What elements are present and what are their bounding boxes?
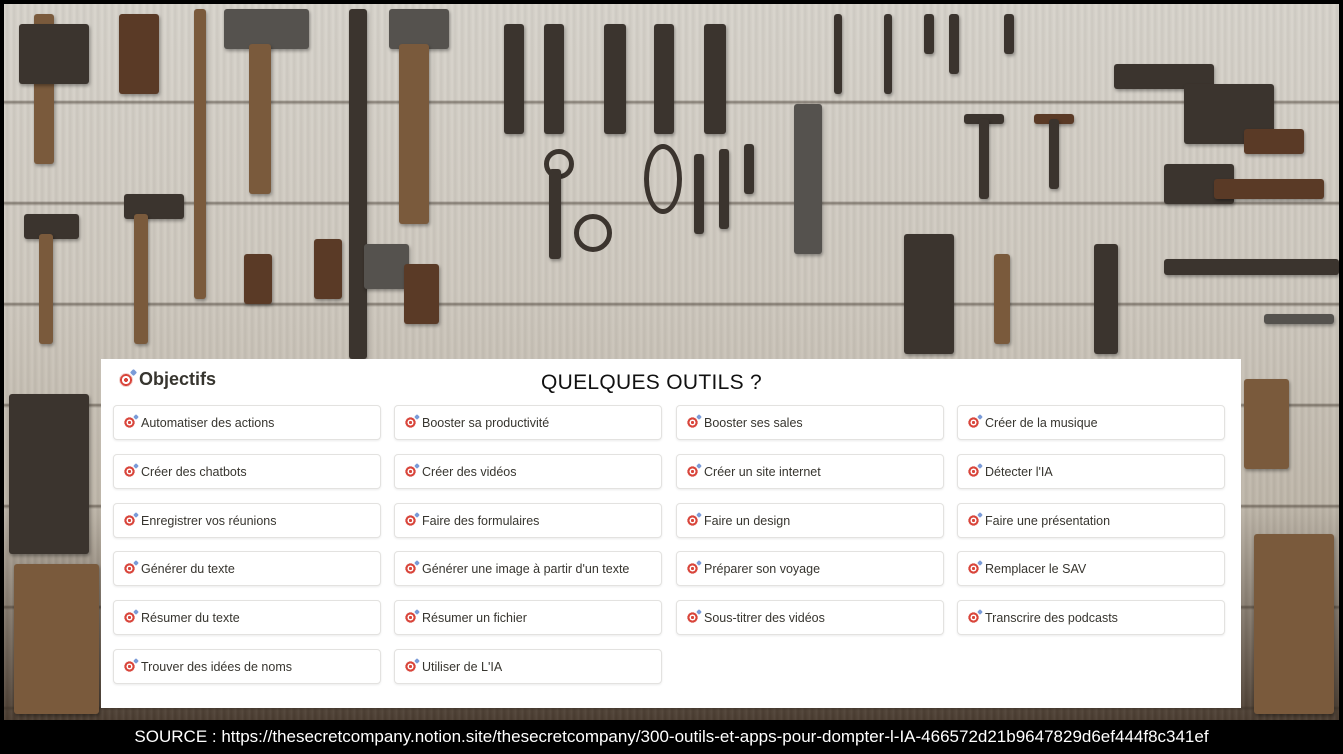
card-transcrire-des-podcasts[interactable]: Transcrire des podcasts <box>957 600 1225 635</box>
target-icon <box>124 612 135 623</box>
target-icon <box>405 563 416 574</box>
card-label: Créer un site internet <box>704 464 821 479</box>
card-label: Trouver des idées de noms <box>141 659 293 674</box>
card-label: Créer de la musique <box>985 415 1098 430</box>
card-faire-une-presentation[interactable]: Faire une présentation <box>957 503 1225 538</box>
card-label: Automatiser des actions <box>141 415 275 430</box>
objectives-panel: Objectifs QUELQUES OUTILS ? Automatiser … <box>101 359 1241 708</box>
card-detecter-l-ia[interactable]: Détecter l'IA <box>957 454 1225 489</box>
target-icon <box>968 612 979 623</box>
target-icon <box>968 417 979 428</box>
target-icon <box>405 417 416 428</box>
card-automatiser-des-actions[interactable]: Automatiser des actions <box>113 405 381 440</box>
target-icon <box>124 661 135 672</box>
card-label: Créer des chatbots <box>141 464 247 479</box>
card-creer-un-site-internet[interactable]: Créer un site internet <box>676 454 944 489</box>
target-icon <box>687 563 698 574</box>
target-icon <box>968 563 979 574</box>
card-booster-sa-productivite[interactable]: Booster sa productivité <box>394 405 662 440</box>
target-icon <box>405 466 416 477</box>
card-label: Générer une image à partir d'un texte <box>422 561 630 576</box>
card-booster-ses-sales[interactable]: Booster ses sales <box>676 405 944 440</box>
card-label: Résumer un fichier <box>422 610 527 625</box>
target-icon <box>405 661 416 672</box>
target-icon <box>405 612 416 623</box>
card-label: Détecter l'IA <box>985 464 1053 479</box>
target-icon <box>119 372 133 387</box>
target-icon <box>968 466 979 477</box>
card-label: Utiliser de L'IA <box>422 659 503 674</box>
card-label: Faire une présentation <box>985 513 1111 528</box>
objectives-header[interactable]: Objectifs <box>119 369 216 390</box>
card-faire-des-formulaires[interactable]: Faire des formulaires <box>394 503 662 538</box>
page-title: QUELQUES OUTILS ? <box>541 371 762 394</box>
card-label: Enregistrer vos réunions <box>141 513 277 528</box>
card-sous-titrer-des-videos[interactable]: Sous-titrer des vidéos <box>676 600 944 635</box>
card-preparer-son-voyage[interactable]: Préparer son voyage <box>676 551 944 586</box>
card-faire-un-design[interactable]: Faire un design <box>676 503 944 538</box>
card-enregistrer-vos-reunions[interactable]: Enregistrer vos réunions <box>113 503 381 538</box>
card-label: Résumer du texte <box>141 610 240 625</box>
card-label: Créer des vidéos <box>422 464 517 479</box>
target-icon <box>687 417 698 428</box>
card-utiliser-de-l-ia[interactable]: Utiliser de L'IA <box>394 649 662 684</box>
card-trouver-des-idees-de-noms[interactable]: Trouver des idées de noms <box>113 649 381 684</box>
target-icon <box>124 515 135 526</box>
source-caption: SOURCE : https://thesecretcompany.notion… <box>0 720 1343 752</box>
target-icon <box>687 515 698 526</box>
objectives-title: Objectifs <box>139 369 217 389</box>
card-label: Transcrire des podcasts <box>985 610 1118 625</box>
card-label: Préparer son voyage <box>704 561 821 576</box>
target-icon <box>687 466 698 477</box>
card-remplacer-le-sav[interactable]: Remplacer le SAV <box>957 551 1225 586</box>
card-label: Sous-titrer des vidéos <box>704 610 825 625</box>
card-creer-de-la-musique[interactable]: Créer de la musique <box>957 405 1225 440</box>
card-label: Booster ses sales <box>704 415 803 430</box>
target-icon <box>124 466 135 477</box>
card-label: Générer du texte <box>141 561 235 576</box>
card-creer-des-videos[interactable]: Créer des vidéos <box>394 454 662 489</box>
card-label: Booster sa productivité <box>422 415 550 430</box>
card-label: Faire des formulaires <box>422 513 540 528</box>
card-generer-une-image[interactable]: Générer une image à partir d'un texte <box>394 551 662 586</box>
card-label: Remplacer le SAV <box>985 561 1087 576</box>
card-generer-du-texte[interactable]: Générer du texte <box>113 551 381 586</box>
target-icon <box>124 417 135 428</box>
card-creer-des-chatbots[interactable]: Créer des chatbots <box>113 454 381 489</box>
target-icon <box>968 515 979 526</box>
card-label: Faire un design <box>704 513 791 528</box>
card-resumer-un-fichier[interactable]: Résumer un fichier <box>394 600 662 635</box>
target-icon <box>124 563 135 574</box>
target-icon <box>687 612 698 623</box>
card-resumer-du-texte[interactable]: Résumer du texte <box>113 600 381 635</box>
target-icon <box>405 515 416 526</box>
